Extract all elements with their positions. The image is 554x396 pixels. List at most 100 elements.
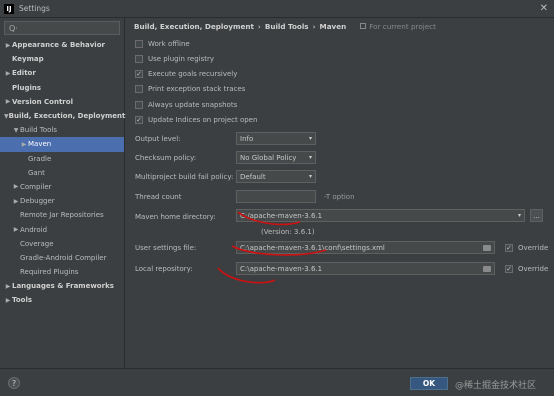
chevron-icon: ▶ <box>13 197 19 205</box>
sidebar-item-label: Remote Jar Repositories <box>20 211 104 220</box>
sidebar-item[interactable]: Required Plugins <box>0 265 124 279</box>
checkbox[interactable] <box>135 54 143 63</box>
chevron-down-icon: ▾ <box>308 173 312 180</box>
checkbox-label: Execute goals recursively <box>148 70 238 79</box>
option-checkbox-row[interactable]: ✓ Execute goals recursively <box>135 69 237 80</box>
local-repo-override[interactable]: ✓ Override <box>505 263 548 274</box>
sidebar-item[interactable]: Gradle-Android Compiler <box>0 251 124 265</box>
sidebar-item[interactable]: ▶ Appearance & Behavior <box>0 38 124 52</box>
breadcrumb-part: Build Tools <box>264 21 309 31</box>
sidebar-item[interactable]: Coverage <box>0 237 124 251</box>
sidebar-item-label: Build Tools <box>20 126 58 135</box>
sidebar-item-label: Appearance & Behavior <box>12 41 105 50</box>
browse-maven-home-button[interactable]: ... <box>530 209 543 222</box>
window-title: Settings <box>19 4 50 13</box>
checksum-policy-label: Checksum policy: <box>135 153 197 162</box>
search-icon: Q· <box>9 23 18 33</box>
maven-settings-panel: Build, Execution, Deployment › Build Too… <box>126 18 554 368</box>
dialog-footer: ? OK @稀土掘金技术社区 <box>0 368 554 396</box>
sidebar-item[interactable]: ▶ Editor <box>0 66 124 80</box>
chevron-icon: ▶ <box>21 140 27 148</box>
sidebar-item[interactable]: ▼ Build, Execution, Deployment <box>0 109 125 123</box>
chevron-icon: ▶ <box>13 183 19 191</box>
chevron-down-icon: ▾ <box>308 154 312 161</box>
checkbox[interactable]: ✓ <box>135 70 143 79</box>
folder-icon[interactable] <box>483 245 491 251</box>
local-repo-label: Local repository: <box>135 264 193 273</box>
sidebar-item-label: Compiler <box>20 182 52 191</box>
sidebar-item[interactable]: ▶ Tools <box>0 293 124 307</box>
maven-home-label: Maven home directory: <box>135 212 216 221</box>
sidebar-item[interactable]: Plugins <box>0 81 124 95</box>
checkbox[interactable] <box>135 100 143 109</box>
scope-indicator: For current project <box>360 22 436 31</box>
checksum-policy-value: No Global Policy <box>240 153 297 162</box>
sidebar-item[interactable]: Remote Jar Repositories <box>0 208 124 222</box>
app-icon: IJ <box>4 3 14 14</box>
thread-count-hint: -T option <box>324 192 355 201</box>
option-checkbox-row[interactable]: ✓ Update Indices on project open <box>135 115 257 126</box>
chevron-icon: ▶ <box>5 69 11 77</box>
chevron-icon: ▼ <box>13 126 19 134</box>
ok-button[interactable]: OK <box>410 377 448 390</box>
option-checkbox-row[interactable]: Print exception stack traces <box>135 84 245 95</box>
output-level-value: Info <box>240 134 254 143</box>
settings-sidebar: Q· ▶ Appearance & Behavior Keymap ▶ Editor Pl… <box>0 18 125 368</box>
checkbox[interactable] <box>135 85 143 94</box>
sidebar-item-label: Android <box>20 225 48 234</box>
user-settings-label: User settings file: <box>135 243 197 252</box>
checkbox-label: Print exception stack traces <box>148 85 246 94</box>
option-checkbox-row[interactable]: Use plugin registry <box>135 53 214 64</box>
sidebar-item[interactable]: ▼ Build Tools <box>0 123 124 137</box>
user-settings-value: C:\apache-maven-3.6.1\conf\settings.xml <box>240 243 385 252</box>
user-settings-override[interactable]: ✓ Override <box>505 242 548 253</box>
sidebar-item[interactable]: ▶ Compiler <box>0 180 124 194</box>
thread-count-input[interactable] <box>236 190 316 203</box>
chevron-icon: ▶ <box>5 282 11 290</box>
multiproject-policy-value: Default <box>240 172 266 181</box>
chevron-icon: ▶ <box>5 98 11 106</box>
breadcrumb-part: Build, Execution, Deployment <box>134 21 254 31</box>
user-settings-input[interactable]: C:\apache-maven-3.6.1\conf\settings.xml <box>236 241 495 254</box>
breadcrumb-part: Maven <box>319 21 347 31</box>
chevron-icon: ▶ <box>5 41 11 49</box>
breadcrumb-separator: › <box>257 21 261 31</box>
sidebar-item-label: Gradle-Android Compiler <box>20 253 107 262</box>
sidebar-item[interactable]: ▶ Maven <box>0 137 124 152</box>
sidebar-item-label: Keymap <box>12 55 44 64</box>
sidebar-item-label: Plugins <box>12 83 42 92</box>
option-checkbox-row[interactable]: Work offline <box>135 38 190 49</box>
multiproject-policy-label: Multiproject build fail policy: <box>135 172 234 181</box>
settings-tree: ▶ Appearance & Behavior Keymap ▶ Editor Plugi… <box>0 38 125 308</box>
multiproject-policy-select[interactable]: Default ▾ <box>236 170 316 183</box>
sidebar-item[interactable]: ▶ Android <box>0 222 124 236</box>
chevron-icon: ▶ <box>5 296 11 304</box>
checksum-policy-select[interactable]: No Global Policy ▾ <box>236 151 316 164</box>
sidebar-item-label: Maven <box>28 140 52 149</box>
sidebar-item[interactable]: Keymap <box>0 52 124 66</box>
chevron-down-icon: ▾ <box>308 135 312 142</box>
checkbox[interactable]: ✓ <box>505 264 513 273</box>
output-level-select[interactable]: Info ▾ <box>236 132 316 145</box>
checkbox-label: Work offline <box>148 39 190 48</box>
sidebar-item[interactable]: Gant <box>0 166 124 180</box>
checkbox[interactable]: ✓ <box>135 116 143 124</box>
help-button[interactable]: ? <box>8 377 20 389</box>
option-checkbox-row[interactable]: Always update snapshots <box>135 99 237 110</box>
sidebar-item[interactable]: Gradle <box>0 152 124 166</box>
sidebar-item-label: Coverage <box>20 239 54 248</box>
local-repo-input[interactable]: C:\apache-maven-3.6.1 <box>236 262 495 275</box>
checkbox[interactable] <box>135 39 143 48</box>
close-icon[interactable]: ✕ <box>540 3 548 14</box>
sidebar-search-input[interactable]: Q· <box>4 21 120 35</box>
maven-home-select[interactable]: C:/apache-maven-3.6.1 ▾ <box>236 209 525 222</box>
sidebar-item[interactable]: ▶ Version Control <box>0 95 124 109</box>
sidebar-item-label: Version Control <box>12 97 73 106</box>
checkbox[interactable]: ✓ <box>505 243 513 252</box>
sidebar-item-label: Gradle <box>28 154 52 163</box>
sidebar-item[interactable]: ▶ Debugger <box>0 194 124 208</box>
watermark: @稀土掘金技术社区 <box>455 381 537 391</box>
sidebar-item[interactable]: ▶ Languages & Frameworks <box>0 279 124 293</box>
checkbox-label: Use plugin registry <box>148 54 215 63</box>
folder-icon[interactable] <box>483 266 491 272</box>
